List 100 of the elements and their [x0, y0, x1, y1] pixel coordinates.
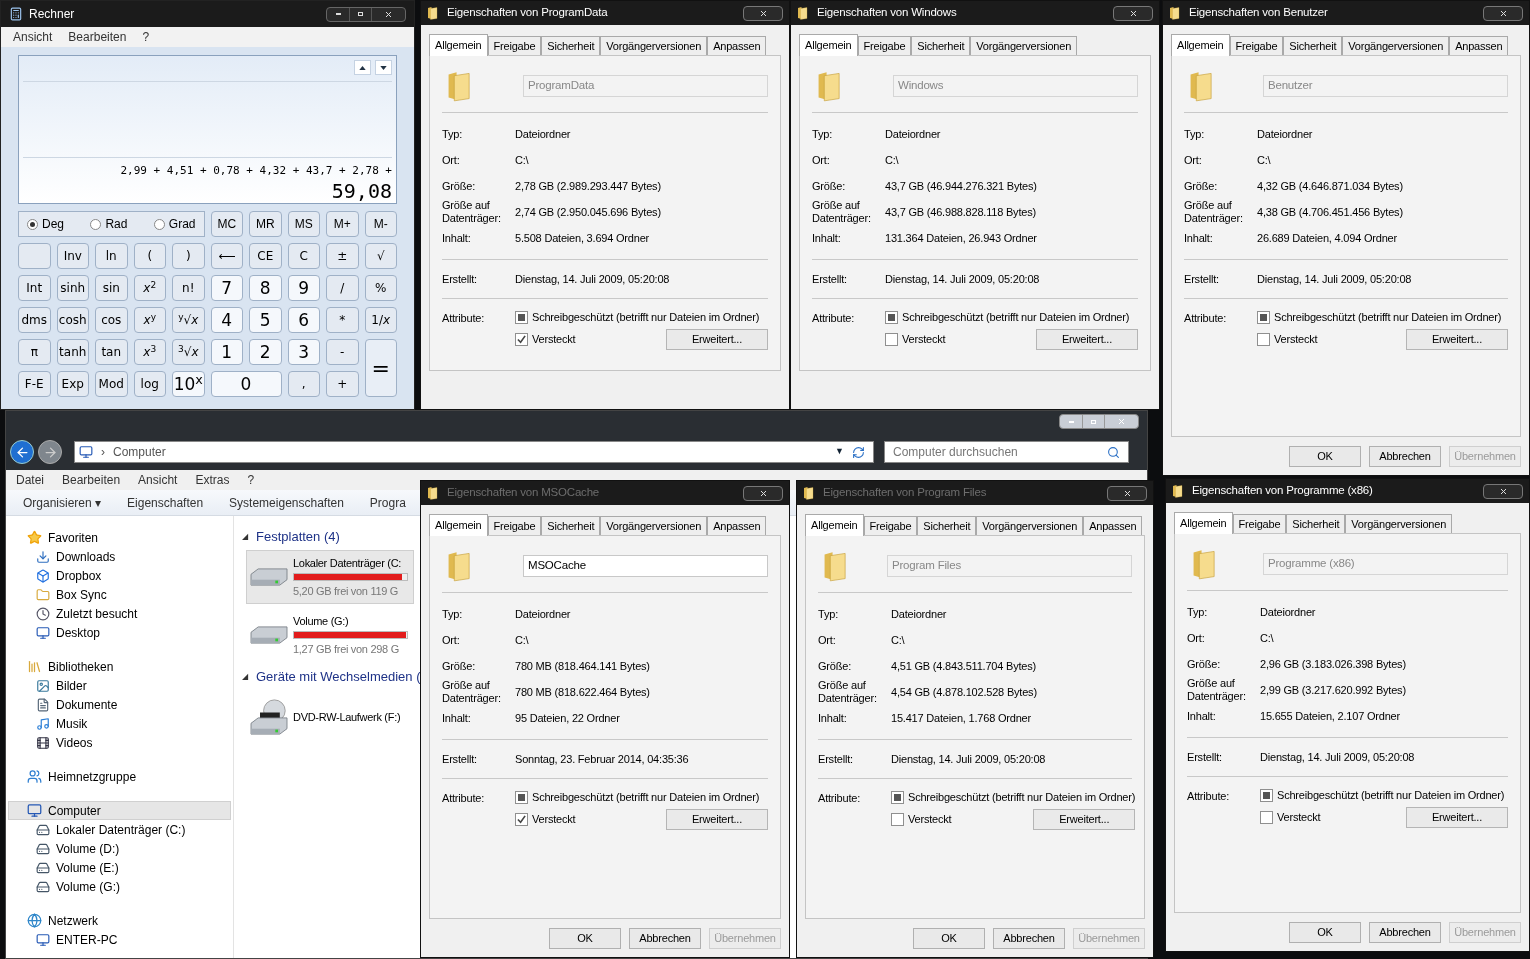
calculator-key[interactable]: 8 [249, 275, 282, 301]
advanced-button[interactable]: Erweitert... [1036, 328, 1138, 350]
calculator-key[interactable]: $^{3}$√x [172, 339, 205, 365]
checkbox[interactable] [515, 332, 528, 346]
group-header[interactable]: Festplatten (4) [256, 527, 340, 547]
drive-tile[interactable]: Volume (G:) 1,27 GB frei von 298 G [246, 608, 414, 662]
tab[interactable]: Allgemein [1171, 34, 1230, 56]
calculator-key[interactable]: ± [326, 243, 359, 269]
dialog-button[interactable]: OK [1289, 921, 1361, 943]
checkbox[interactable] [891, 790, 904, 804]
calculator-key[interactable]: ) [172, 243, 205, 269]
calculator-key[interactable]: 1/x [364, 307, 397, 333]
tab[interactable]: Sicherheit [917, 516, 977, 535]
tree-item[interactable]: Dropbox [6, 566, 233, 585]
name-field[interactable]: MSOCache [523, 555, 768, 577]
collapse-toggle[interactable]: ◢ [242, 671, 248, 683]
calculator-key[interactable]: dms [18, 307, 51, 333]
tab[interactable]: Sicherheit [1283, 36, 1343, 55]
search-field[interactable]: Computer durchsuchen [884, 441, 1129, 463]
tree-item[interactable]: Netzwerk [8, 911, 231, 930]
dialog-button[interactable]: OK [913, 927, 985, 949]
tab[interactable]: Anpassen [1449, 36, 1509, 55]
tab[interactable]: Sicherheit [911, 36, 971, 55]
toolbar-button[interactable]: Systemeigenschaften [229, 493, 344, 512]
breadcrumb-item[interactable]: Computer [113, 443, 166, 461]
calculator-key[interactable]: 3 [287, 339, 320, 365]
tab[interactable]: Anpassen [1083, 516, 1143, 535]
tab[interactable]: Freigabe [487, 36, 542, 55]
radio-option[interactable]: Rad [90, 215, 128, 233]
dialog-button[interactable]: Abbrechen [629, 927, 701, 949]
checkbox[interactable] [885, 332, 898, 346]
calculator-key[interactable]: Mod [95, 371, 128, 397]
calculator-key[interactable]: ( [133, 243, 166, 269]
tree-item[interactable]: Bibliotheken [8, 657, 231, 676]
advanced-button[interactable]: Erweitert... [1033, 808, 1136, 830]
tree-item[interactable]: Musik [6, 714, 233, 733]
menu-item[interactable]: Extras [195, 471, 230, 489]
tab[interactable]: Vorgängerversionen [976, 516, 1084, 535]
history-up-button[interactable] [354, 60, 371, 75]
tree-item[interactable]: Desktop [6, 623, 233, 642]
calculator-key[interactable]: Inv [56, 243, 89, 269]
calculator-key[interactable]: 7 [210, 275, 243, 301]
tab[interactable]: Allgemein [805, 514, 864, 536]
calculator-key[interactable]: , [287, 371, 320, 397]
calculator-key[interactable]: x$^{2}$ [133, 275, 166, 301]
tab[interactable]: Anpassen [707, 36, 767, 55]
tab[interactable]: Allgemein [799, 34, 858, 56]
checkbox[interactable] [1257, 332, 1270, 346]
menu-item[interactable]: Bearbeiten [62, 471, 121, 489]
toolbar-button[interactable]: Organisieren ▾ [23, 493, 102, 512]
advanced-button[interactable]: Erweitert... [1406, 806, 1508, 828]
menu-item[interactable]: Datei [16, 471, 44, 489]
dialog-button[interactable]: Abbrechen [993, 927, 1065, 949]
history-down-button[interactable] [375, 60, 392, 75]
tab[interactable]: Anpassen [707, 516, 767, 535]
tab[interactable]: Allgemein [1174, 512, 1233, 534]
checkbox[interactable] [515, 812, 528, 826]
back-button[interactable] [10, 440, 34, 464]
tab[interactable]: Freigabe [1229, 36, 1284, 55]
tree-item[interactable]: Bilder [6, 676, 233, 695]
calculator-key[interactable]: / [326, 275, 359, 301]
group-header[interactable]: Geräte mit Wechselmedien ( [256, 667, 421, 687]
calculator-key[interactable]: ⟵ [210, 243, 243, 269]
memory-key[interactable]: MC [210, 211, 243, 237]
calculator-key[interactable]: - [326, 339, 359, 365]
calculator-key[interactable]: CE [249, 243, 282, 269]
close-button[interactable] [1107, 485, 1147, 501]
tree-item[interactable]: Volume (G:) [6, 877, 233, 896]
tab[interactable]: Freigabe [857, 36, 912, 55]
close-button[interactable] [1483, 5, 1523, 21]
calculator-key[interactable]: log [133, 371, 166, 397]
menu-item[interactable]: ? [247, 471, 255, 489]
dialog-button[interactable]: Abbrechen [1369, 445, 1441, 467]
advanced-button[interactable]: Erweitert... [1406, 328, 1508, 350]
calculator-key[interactable]: + [326, 371, 359, 397]
menu-item[interactable]: Bearbeiten [68, 28, 127, 46]
forward-button[interactable] [38, 440, 62, 464]
dialog-button[interactable]: OK [549, 927, 621, 949]
checkbox[interactable] [891, 812, 904, 826]
calculator-key[interactable]: cosh [56, 307, 89, 333]
tab[interactable]: Sicherheit [541, 516, 601, 535]
tree-item[interactable]: Favoriten [8, 528, 231, 547]
toolbar-button[interactable]: Progra [369, 493, 406, 512]
drive-tile[interactable]: DVD-RW-Laufwerk (F:) [246, 690, 414, 744]
calculator-key[interactable]: 1 [210, 339, 243, 365]
menu-item[interactable]: Ansicht [13, 28, 53, 46]
tree-item[interactable]: ENTER-PC [6, 930, 233, 949]
dialog-button[interactable]: OK [1289, 445, 1361, 467]
tree-item[interactable]: Downloads [6, 547, 233, 566]
tab[interactable]: Vorgängerversionen [970, 36, 1078, 55]
close-button[interactable] [743, 485, 783, 501]
memory-key[interactable]: MR [249, 211, 282, 237]
tab[interactable]: Freigabe [863, 516, 918, 535]
calculator-key[interactable]: cos [95, 307, 128, 333]
collapse-toggle[interactable]: ◢ [242, 531, 248, 543]
calculator-key[interactable]: ln [95, 243, 128, 269]
tab[interactable]: Vorgängerversionen [1345, 514, 1453, 533]
tree-item[interactable]: Computer [8, 801, 231, 820]
calculator-key[interactable]: F-E [18, 371, 51, 397]
tree-item[interactable]: Volume (E:) [6, 858, 233, 877]
